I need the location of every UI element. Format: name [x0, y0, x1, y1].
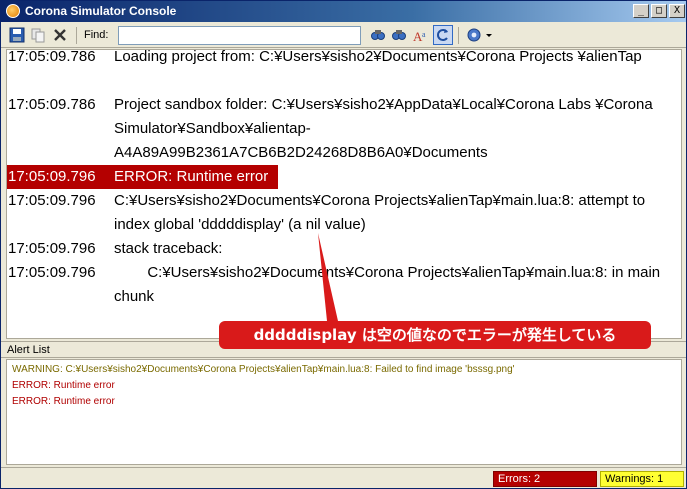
find-next-icon[interactable] — [370, 27, 386, 43]
log-message: Project sandbox folder: C:¥Users¥sisho2¥… — [114, 96, 653, 161]
warnings-count-badge: Warnings: 1 — [600, 471, 684, 487]
toolbar: Find: A a — [1, 23, 686, 48]
log-message: Loading project from: C:¥Users¥sisho2¥Do… — [114, 49, 642, 65]
find-previous-icon[interactable] — [391, 27, 407, 43]
corona-app-icon — [6, 4, 20, 18]
find-label: Find: — [84, 29, 109, 41]
log-message: C:¥Users¥sisho2¥Documents¥Corona Project… — [114, 192, 646, 233]
log-message: stack traceback: — [114, 240, 223, 257]
close-button[interactable]: X — [669, 4, 685, 18]
match-case-icon[interactable]: A a — [412, 27, 428, 43]
toolbar-separator — [76, 27, 77, 44]
minimize-button[interactable]: _ — [633, 4, 649, 18]
toolbar-separator — [458, 27, 459, 44]
clear-icon[interactable] — [52, 27, 68, 43]
alert-item-error[interactable]: ERROR: Runtime error — [12, 395, 115, 409]
alert-item-error[interactable]: ERROR: Runtime error — [12, 379, 115, 393]
log-timestamp: 17:05:09.796 — [8, 264, 96, 281]
alert-list[interactable]: WARNING: C:¥Users¥sisho2¥Documents¥Coron… — [6, 359, 682, 465]
window-title: Corona Simulator Console — [25, 4, 177, 18]
log-message: C:¥Users¥sisho2¥Documents¥Corona Project… — [114, 264, 665, 305]
alert-item-warning[interactable]: WARNING: C:¥Users¥sisho2¥Documents¥Coron… — [12, 363, 515, 377]
settings-icon[interactable] — [466, 27, 482, 43]
wrap-icon[interactable] — [433, 25, 453, 45]
title-bar[interactable]: Corona Simulator Console _ □ X — [1, 1, 686, 22]
log-timestamp: 17:05:09.786 — [8, 49, 96, 65]
annotation-callout: dddddisplay は空の値なのでエラーが発生している — [219, 321, 651, 349]
maximize-button[interactable]: □ — [651, 4, 667, 18]
save-icon[interactable] — [9, 27, 25, 43]
log-timestamp: 17:05:09.796 — [8, 240, 96, 257]
find-input[interactable] — [118, 26, 361, 45]
log-message: ERROR: Runtime error — [114, 168, 269, 185]
console-window: Corona Simulator Console _ □ X Find: A a… — [0, 0, 687, 489]
log-timestamp: 17:05:09.786 — [8, 96, 96, 113]
log-timestamp: 17:05:09.796 — [8, 168, 96, 185]
dropdown-arrow-icon[interactable] — [485, 27, 493, 43]
copy-icon[interactable] — [30, 27, 46, 43]
svg-text:a: a — [422, 30, 426, 39]
errors-count-badge: Errors: 2 — [493, 471, 597, 487]
console-output[interactable]: 17:05:09.786 Loading project from: C:¥Us… — [6, 49, 682, 339]
log-timestamp: 17:05:09.796 — [8, 192, 96, 209]
status-bar: Errors: 2 Warnings: 1 — [1, 467, 686, 488]
